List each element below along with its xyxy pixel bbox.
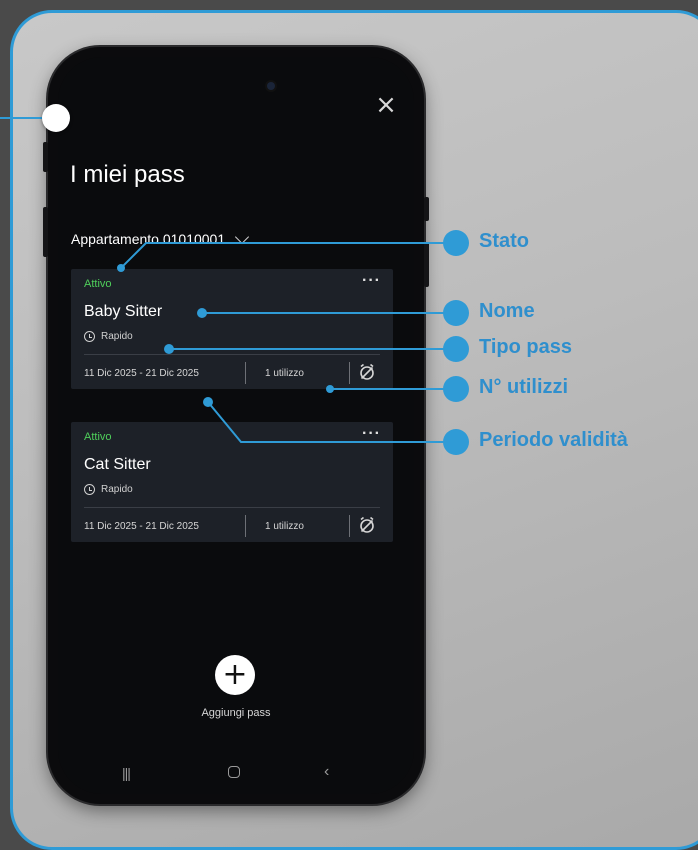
annotation-periodo: Periodo validità <box>479 429 628 451</box>
add-pass-button[interactable]: + <box>215 655 255 695</box>
alarm-off-icon[interactable] <box>358 516 376 534</box>
volume-button <box>43 142 48 172</box>
pass-type-label: Rapido <box>101 484 133 495</box>
add-pass-label: Aggiungi pass <box>201 707 271 719</box>
annotation-tipo-pass: Tipo pass <box>479 336 572 358</box>
pass-name: Cat Sitter <box>84 456 151 473</box>
pass-card[interactable]: Attivo ··· Baby Sitter Rapido 11 Dic 202… <box>71 269 393 389</box>
page-title: I miei pass <box>70 161 185 188</box>
status-label: Attivo <box>84 278 112 290</box>
uses-count: 1 utilizzo <box>265 521 304 532</box>
annotation-utilizzi: N° utilizzi <box>479 376 569 398</box>
pass-type: Rapido <box>84 484 133 495</box>
android-nav-bar: ||| ‹ <box>58 763 414 785</box>
uses-count: 1 utilizzo <box>265 368 304 379</box>
app-screen: × I miei pass Appartamento 01010001 Atti… <box>58 57 414 794</box>
more-icon[interactable]: ··· <box>362 425 381 443</box>
validity-period: 11 Dic 2025 - 21 Dic 2025 <box>84 368 199 379</box>
callout-dot <box>42 104 70 132</box>
pass-type: Rapido <box>84 331 133 342</box>
callout-dot <box>443 230 469 256</box>
apartment-label: Appartamento 01010001 <box>71 231 226 247</box>
back-icon[interactable]: ‹ <box>324 763 329 781</box>
callout-dot <box>443 336 469 362</box>
pass-type-label: Rapido <box>101 331 133 342</box>
apartment-selector[interactable]: Appartamento 01010001 <box>71 229 250 247</box>
power-button <box>43 207 48 257</box>
separator <box>245 362 246 384</box>
separator <box>349 362 350 384</box>
annotation-nome: Nome <box>479 300 535 322</box>
more-icon[interactable]: ··· <box>362 272 381 290</box>
close-icon[interactable]: × <box>374 92 398 118</box>
side-button <box>424 242 429 287</box>
front-camera <box>267 82 275 90</box>
divider <box>84 507 380 508</box>
validity-period: 11 Dic 2025 - 21 Dic 2025 <box>84 521 199 532</box>
callout-dot <box>443 429 469 455</box>
separator <box>245 515 246 537</box>
clock-icon <box>84 331 95 342</box>
plus-icon: + <box>222 657 248 692</box>
chevron-down-icon <box>235 229 250 244</box>
callout-dot <box>443 376 469 402</box>
alarm-off-icon[interactable] <box>358 363 376 381</box>
pass-name: Baby Sitter <box>84 303 163 320</box>
home-icon[interactable] <box>228 766 240 778</box>
annotation-stato: Stato <box>479 230 529 252</box>
status-label: Attivo <box>84 431 112 443</box>
callout-dot <box>443 300 469 326</box>
pass-card[interactable]: Attivo ··· Cat Sitter Rapido 11 Dic 2025… <box>71 422 393 542</box>
side-button <box>424 197 429 221</box>
separator <box>349 515 350 537</box>
recent-apps-icon[interactable]: ||| <box>122 765 131 781</box>
clock-icon <box>84 484 95 495</box>
divider <box>84 354 380 355</box>
phone: × I miei pass Appartamento 01010001 Atti… <box>43 47 429 804</box>
